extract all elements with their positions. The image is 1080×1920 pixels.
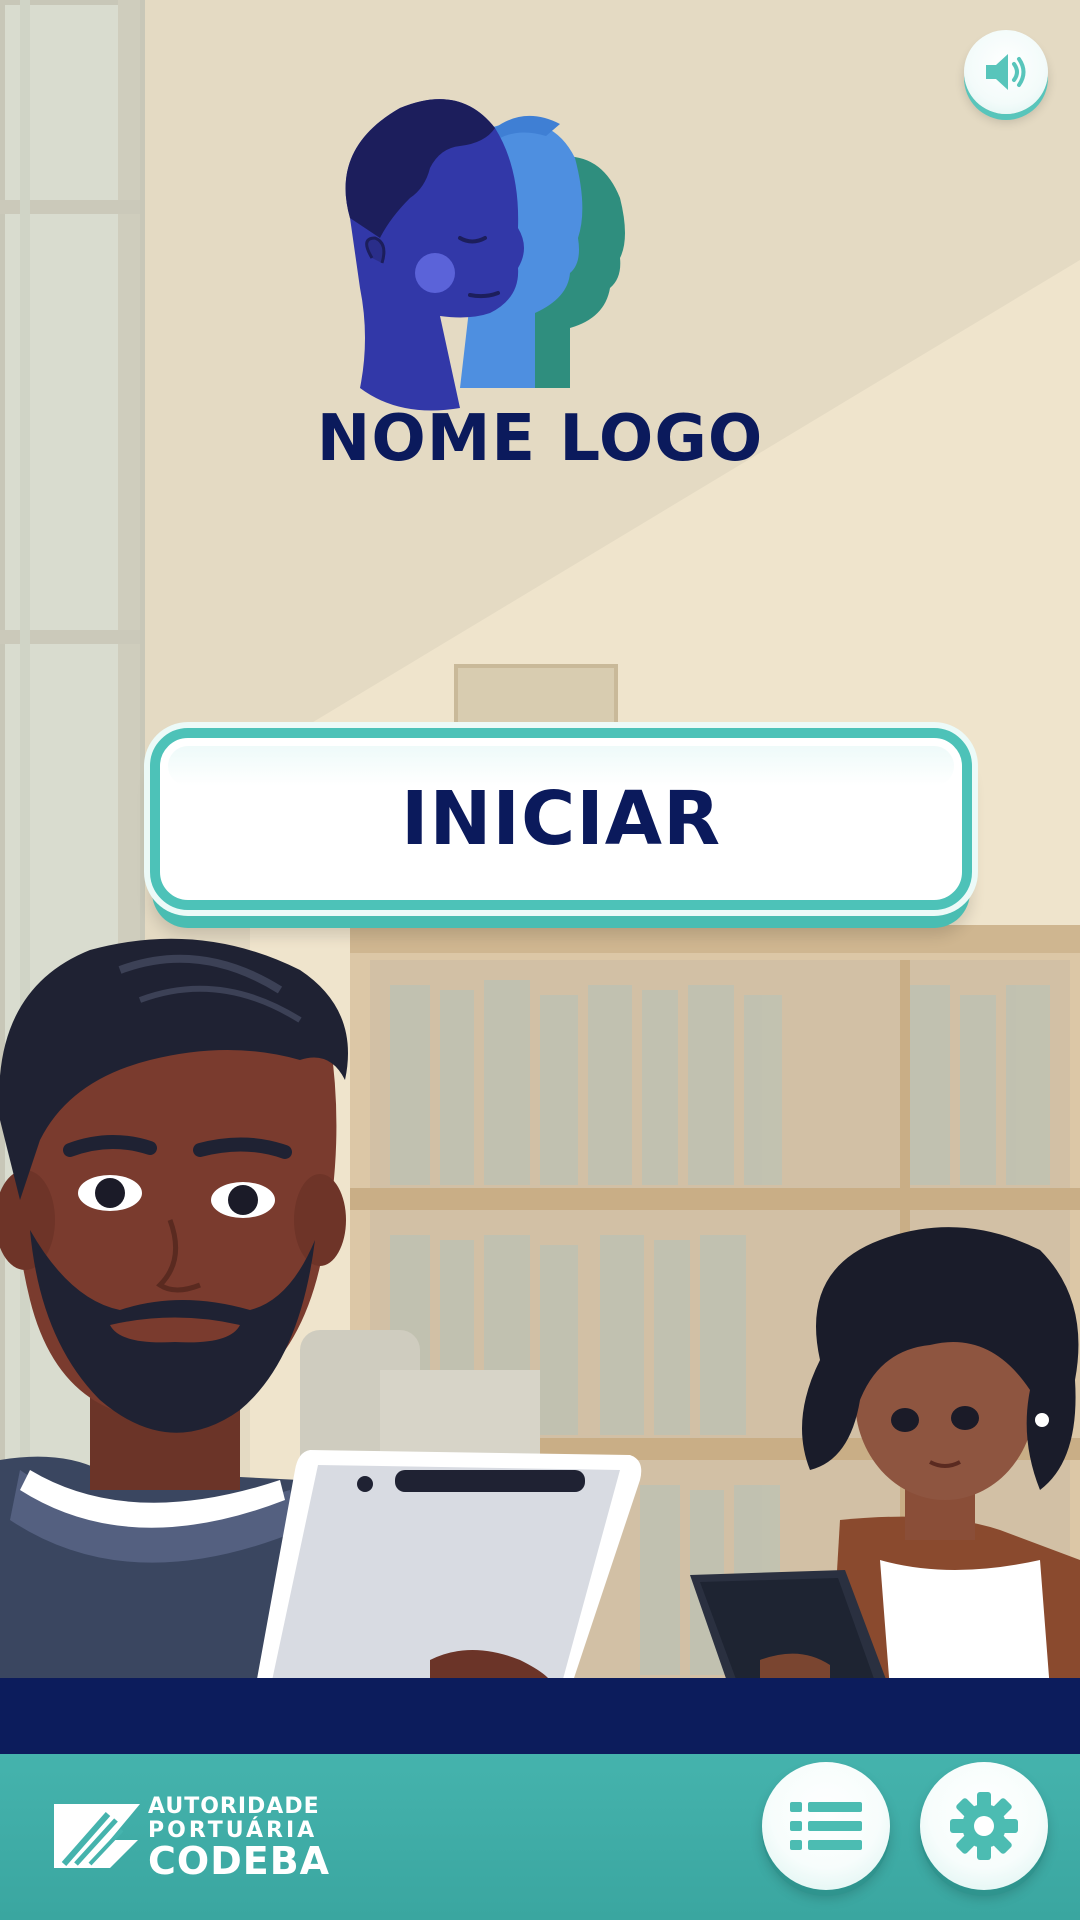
- woman-figure: [690, 1227, 1080, 1690]
- gear-icon: [950, 1792, 1018, 1860]
- man-figure: [0, 938, 642, 1690]
- settings-button[interactable]: [920, 1762, 1048, 1890]
- list-icon: [790, 1802, 862, 1850]
- sound-toggle-button[interactable]: [964, 30, 1048, 114]
- characters-illustration: [0, 938, 1080, 1690]
- footer-bar: AUTORIDADE PORTUÁRIA CODEBA: [0, 1754, 1080, 1920]
- start-button[interactable]: INICIAR: [150, 728, 972, 910]
- brand-line-3: CODEBA: [148, 1839, 331, 1883]
- codeba-brand: AUTORIDADE PORTUÁRIA CODEBA: [50, 1794, 350, 1880]
- menu-button[interactable]: [762, 1762, 890, 1890]
- codeba-brand-text: AUTORIDADE PORTUÁRIA CODEBA: [148, 1794, 330, 1880]
- profile-heads-logo: [345, 99, 625, 411]
- brand-line-1: AUTORIDADE: [148, 1794, 320, 1819]
- logo-name: NOME LOGO: [316, 402, 764, 476]
- start-button-label: INICIAR: [400, 776, 722, 862]
- codeba-logo-icon: [54, 1804, 140, 1868]
- speaker-icon: [986, 54, 1026, 90]
- navy-band: [0, 1678, 1080, 1754]
